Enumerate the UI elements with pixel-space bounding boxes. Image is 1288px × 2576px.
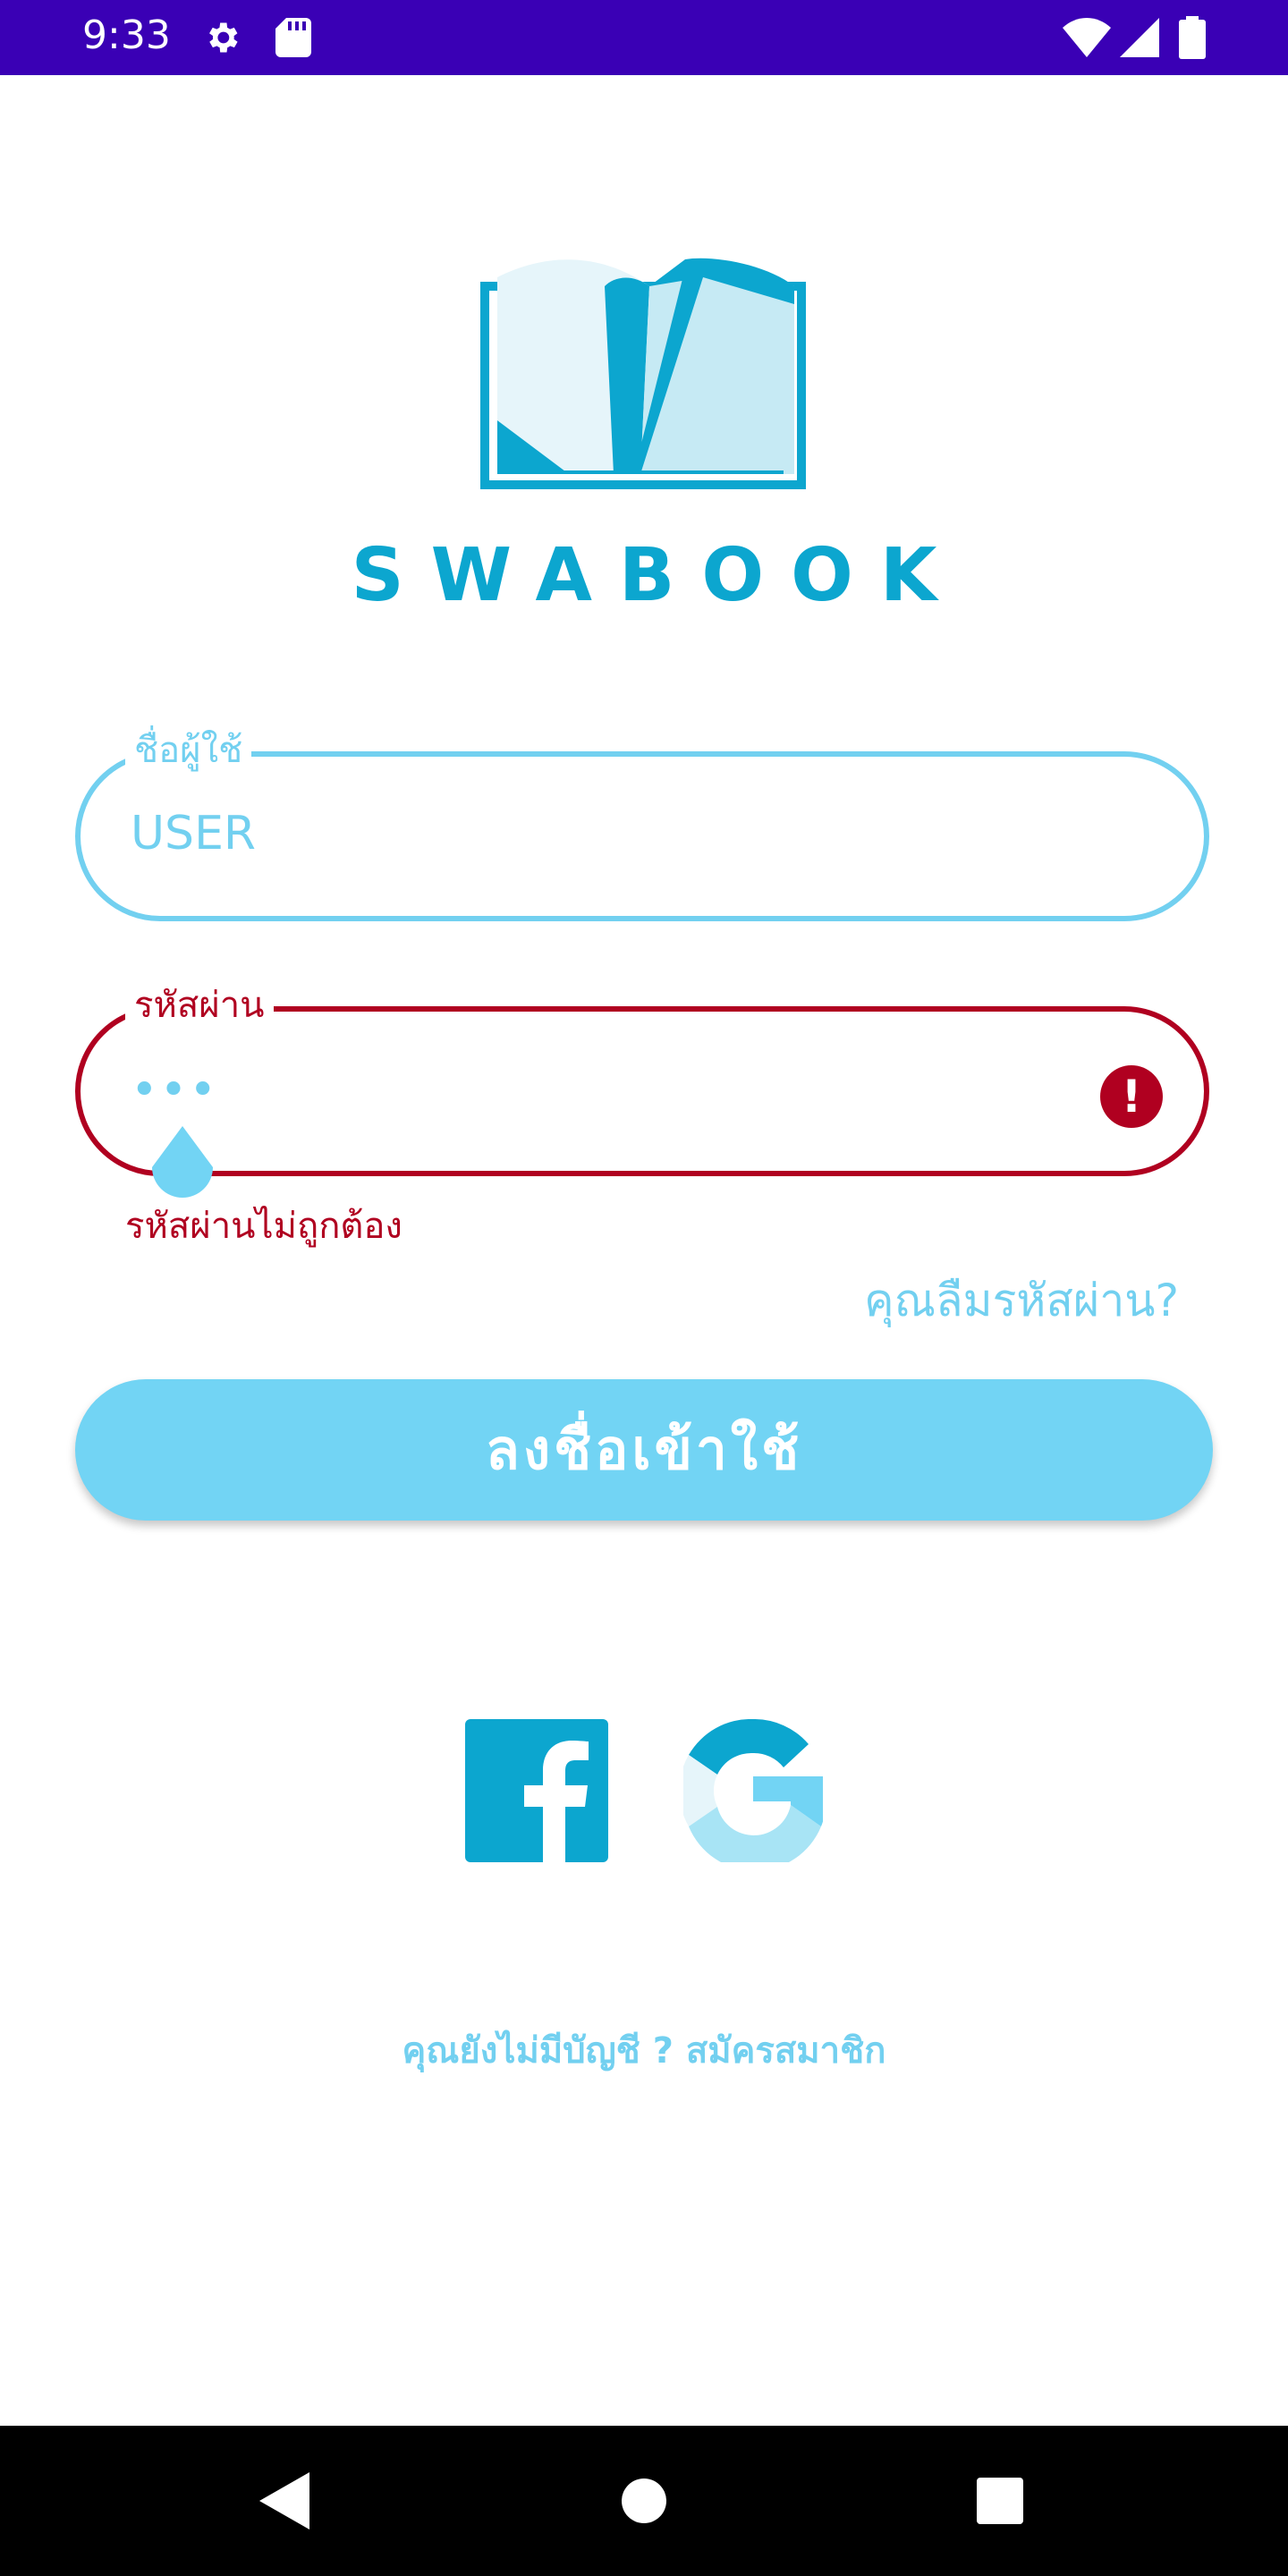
recent-apps-icon[interactable] (977, 2478, 1023, 2528)
gear-icon (202, 18, 242, 61)
error-icon: ! (1100, 1065, 1163, 1128)
signup-link[interactable]: คุณยังไม่มีบัญชี ? สมัครสมาชิก (0, 2021, 1288, 2079)
password-input[interactable]: ••• (131, 1063, 218, 1117)
facebook-icon[interactable] (465, 1719, 608, 1866)
username-input[interactable]: USER (131, 807, 256, 860)
book-logo-icon (479, 250, 809, 494)
password-field[interactable]: รหัสผ่าน ••• ! (75, 976, 1209, 1198)
signal-icon (1120, 18, 1159, 61)
status-time: 9:33 (82, 13, 171, 58)
username-label: ชื่อผู้ใช้ (125, 721, 252, 778)
password-error-text: รหัสผ่านไม่ถูกต้อง (125, 1206, 402, 1247)
username-field[interactable]: ชื่อผู้ใช้ USER (75, 721, 1209, 921)
wifi-icon (1063, 18, 1111, 61)
status-bar: 9:33 (0, 0, 1288, 75)
forgot-password-link[interactable]: คุณลืมรหัสผ่าน? (864, 1266, 1179, 1336)
back-icon[interactable] (259, 2472, 309, 2533)
home-icon[interactable] (621, 2478, 667, 2528)
google-icon[interactable] (679, 1718, 827, 1871)
login-button[interactable]: ลงชื่อเข้าใช้ (75, 1379, 1213, 1521)
sd-card-icon (275, 18, 311, 61)
app-brand-title: SWABOOK (351, 533, 964, 618)
battery-icon (1179, 16, 1206, 63)
system-nav-bar (0, 2426, 1288, 2576)
password-label: รหัสผ่าน (125, 976, 274, 1033)
